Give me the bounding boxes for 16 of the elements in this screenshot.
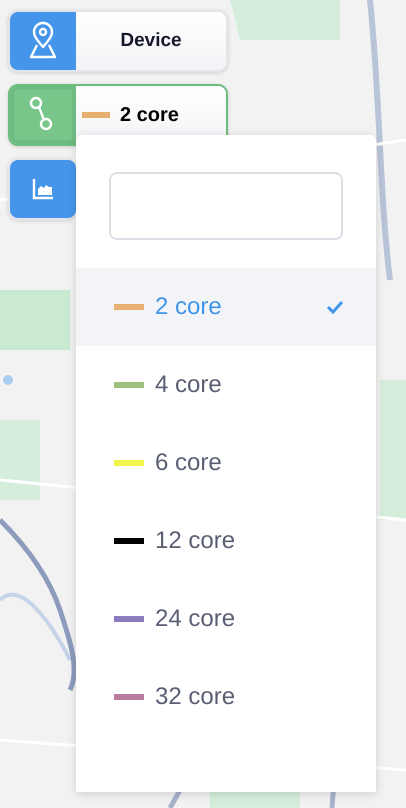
- location-tool-button[interactable]: [10, 12, 76, 70]
- chart-tool-button[interactable]: [10, 160, 76, 218]
- check-icon: [326, 300, 344, 314]
- search-field[interactable]: [109, 172, 343, 240]
- device-label: Device: [76, 12, 226, 70]
- option-item[interactable]: 6 core: [76, 424, 376, 502]
- option-label: 32 core: [155, 683, 236, 711]
- option-label: 4 core: [155, 371, 223, 399]
- option-item[interactable]: 24 core: [76, 580, 376, 658]
- option-label: 2 core: [155, 293, 223, 321]
- option-label: 6 core: [155, 449, 223, 477]
- option-label: 24 core: [155, 605, 236, 633]
- option-item[interactable]: 32 core: [76, 658, 376, 736]
- option-label: 12 core: [155, 527, 236, 555]
- option-item[interactable]: 12 core: [76, 502, 376, 580]
- option-item[interactable]: 4 core: [76, 346, 376, 424]
